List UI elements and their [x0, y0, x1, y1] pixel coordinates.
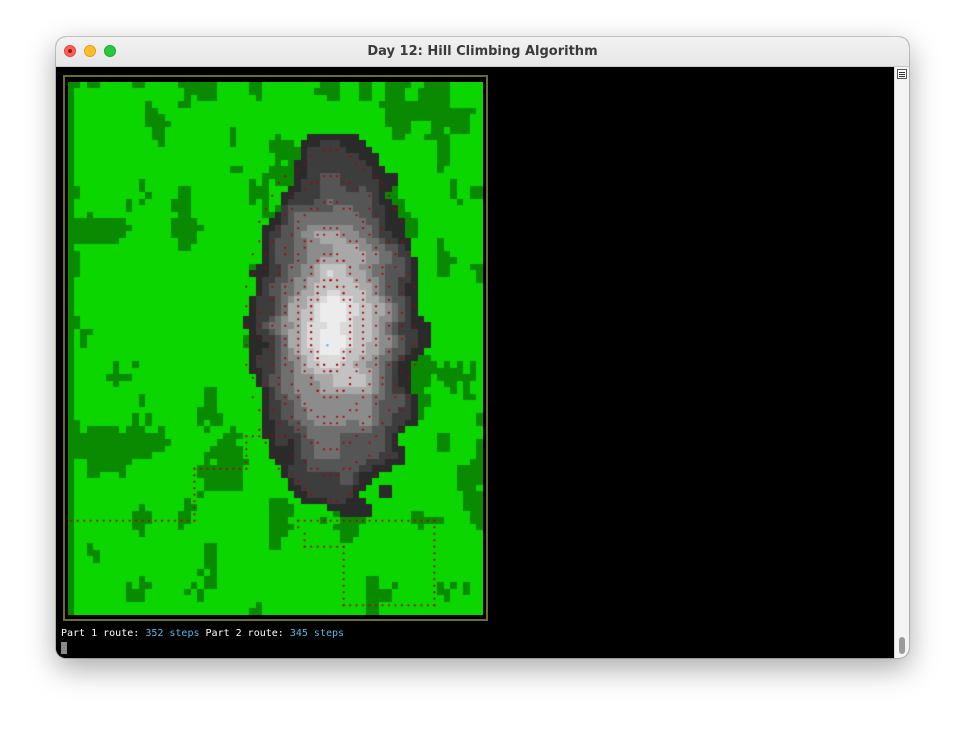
terminal-window: Day 12: Hill Climbing Algorithm Part 1 r…	[56, 37, 909, 658]
part2-value: 345 steps	[289, 628, 345, 639]
window-title: Day 12: Hill Climbing Algorithm	[367, 44, 598, 59]
terminal-cursor	[61, 642, 67, 654]
title-bar[interactable]: Day 12: Hill Climbing Algorithm	[56, 37, 909, 67]
part1-value: 352 steps	[145, 628, 200, 639]
part1-label: Part 1 route:	[61, 628, 140, 639]
terminal-content[interactable]: Part 1 route: 352 steps Part 2 route: 34…	[56, 67, 894, 658]
vertical-scrollbar[interactable]	[894, 67, 909, 658]
menu-icon[interactable]	[897, 69, 907, 79]
part2-label: Part 2 route:	[205, 628, 284, 639]
heightmap-frame	[63, 75, 488, 621]
scrollbar-thumb[interactable]	[899, 637, 905, 654]
heightmap-canvas	[68, 82, 483, 615]
status-line: Part 1 route: 352 steps Part 2 route: 34…	[61, 628, 344, 639]
